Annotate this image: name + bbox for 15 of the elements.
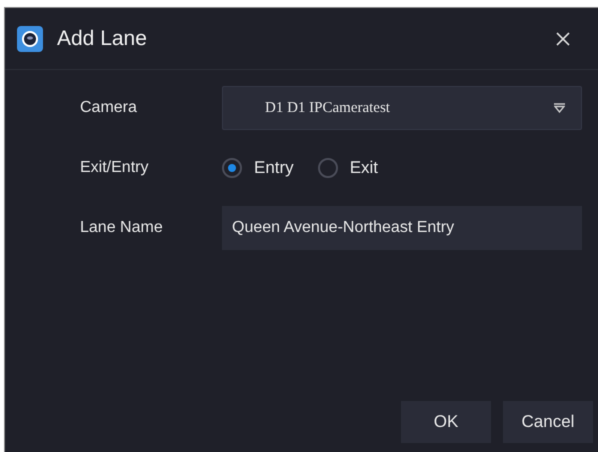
- close-icon[interactable]: [555, 30, 571, 46]
- cancel-button[interactable]: Cancel: [503, 401, 593, 443]
- radio-button[interactable]: [222, 158, 242, 178]
- field-label: Camera: [80, 99, 138, 117]
- camera-dropdown[interactable]: D1 D1 IPCameratest: [222, 86, 582, 130]
- window-title: Add Lane: [57, 26, 147, 50]
- field-label: Lane Name: [80, 219, 164, 237]
- radio-label: Entry: [254, 158, 294, 178]
- lane-name-field[interactable]: Queen Avenue-Northeast Entry: [222, 206, 582, 250]
- dropdown-arrow-icon: [554, 103, 565, 113]
- radio-button[interactable]: [318, 158, 338, 178]
- radio-label: Exit: [350, 158, 378, 178]
- ok-button[interactable]: OK: [401, 401, 491, 443]
- field-label: Exit/Entry: [80, 159, 150, 177]
- camera-app-icon: [17, 26, 43, 52]
